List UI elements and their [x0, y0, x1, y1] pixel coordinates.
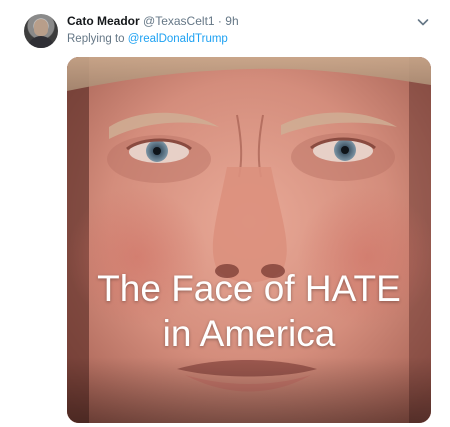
- tweet: Cato Meador @TexasCelt1 · 9h Replying to…: [0, 0, 450, 427]
- face-photo: [67, 57, 431, 423]
- tweet-header: Cato Meador @TexasCelt1 · 9h: [67, 13, 239, 29]
- replying-prefix: Replying to: [67, 33, 128, 45]
- tweet-time[interactable]: 9h: [225, 14, 238, 28]
- left-pupil: [153, 147, 161, 155]
- chevron-down-icon[interactable]: [416, 15, 430, 29]
- author-handle[interactable]: @TexasCelt1: [143, 14, 215, 28]
- chin-shadow: [67, 357, 431, 423]
- avatar[interactable]: [24, 14, 58, 48]
- separator-dot: ·: [217, 14, 222, 28]
- replying-to-mention[interactable]: @realDonaldTrump: [128, 33, 228, 45]
- right-pupil: [341, 146, 349, 154]
- image-caption-line1: The Face of HATE: [97, 268, 401, 309]
- avatar-face: [34, 19, 48, 36]
- avatar-shoulders: [27, 36, 55, 48]
- tweet-image[interactable]: The Face of HATE in America: [67, 57, 431, 423]
- author-name[interactable]: Cato Meador: [67, 14, 140, 28]
- replying-to: Replying to @realDonaldTrump: [67, 31, 228, 47]
- image-caption-line2: in America: [162, 313, 336, 354]
